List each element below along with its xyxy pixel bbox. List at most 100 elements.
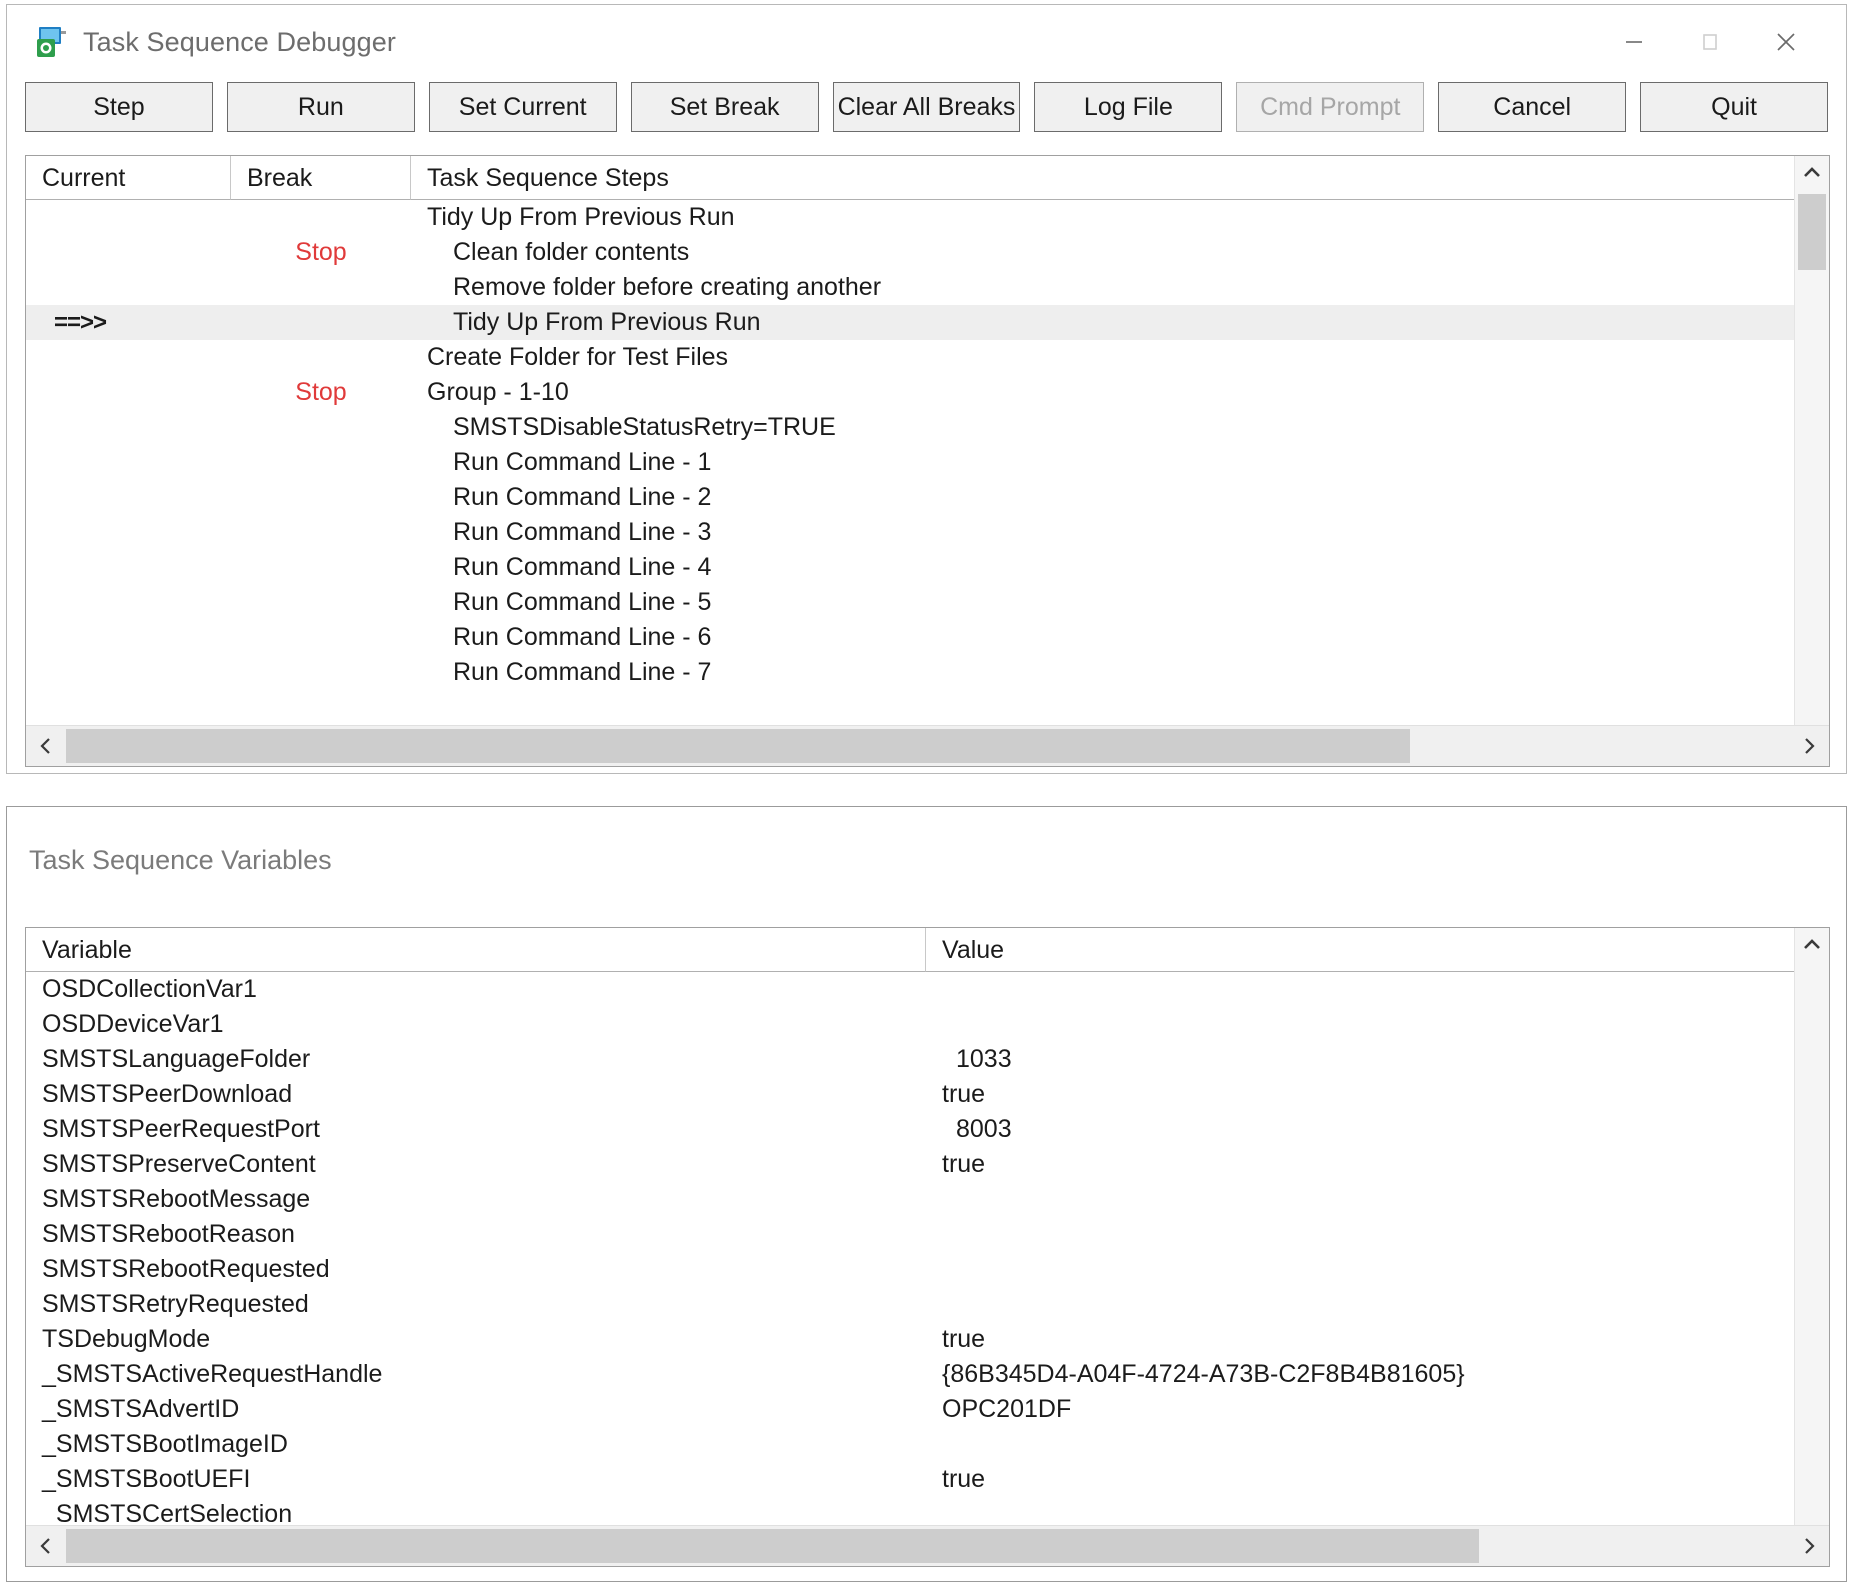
step-button[interactable]: Step: [25, 82, 213, 132]
chevron-up-icon[interactable]: [1795, 156, 1829, 190]
variable-name: SMSTSRebootRequested: [26, 1255, 926, 1284]
variable-name: TSDebugMode: [26, 1325, 926, 1354]
task-sequence-step-row[interactable]: Create Folder for Test Files: [26, 340, 1829, 375]
variable-row[interactable]: SMSTSRetryRequested: [26, 1287, 1829, 1322]
variable-row[interactable]: SMSTSPeerRequestPort8003: [26, 1112, 1829, 1147]
steps-scrollbar-thumb[interactable]: [1798, 194, 1826, 270]
task-sequence-step-row[interactable]: Remove folder before creating another: [26, 270, 1829, 305]
steps-vertical-scrollbar[interactable]: [1794, 156, 1829, 766]
variable-row[interactable]: SMSTSPreserveContenttrue: [26, 1147, 1829, 1182]
variables-column-header: Variable Value: [26, 928, 1829, 972]
step-name: Clean folder contents: [411, 238, 1829, 267]
variable-name: SMSTSRebootMessage: [26, 1185, 926, 1214]
variables-hscroll-thumb[interactable]: [66, 1529, 1479, 1563]
column-header-variable[interactable]: Variable: [26, 928, 926, 972]
chevron-left-icon[interactable]: [26, 726, 66, 766]
task-sequence-debugger-window: Task Sequence Debugger Step Run Set Curr…: [6, 4, 1847, 774]
variable-row[interactable]: TSDebugModetrue: [26, 1322, 1829, 1357]
variables-vertical-scrollbar[interactable]: [1794, 928, 1829, 1566]
variable-row[interactable]: SMSTSPeerDownloadtrue: [26, 1077, 1829, 1112]
variable-row[interactable]: _SMSTSAdvertIDOPC201DF: [26, 1392, 1829, 1427]
chevron-right-icon[interactable]: [1789, 1526, 1829, 1566]
task-sequence-step-row[interactable]: Run Command Line - 7: [26, 655, 1829, 690]
chevron-left-icon[interactable]: [26, 1526, 66, 1566]
step-name: Tidy Up From Previous Run: [411, 308, 1829, 337]
variable-name: SMSTSPeerRequestPort: [26, 1115, 926, 1144]
step-name: Run Command Line - 4: [411, 553, 1829, 582]
step-current-marker: ==>>: [26, 309, 231, 337]
variable-name: SMSTSLanguageFolder: [26, 1045, 926, 1074]
variable-name: SMSTSRetryRequested: [26, 1290, 926, 1319]
variables-list-frame: Variable Value OSDCollectionVar1OSDDevic…: [25, 927, 1830, 1567]
minimize-icon[interactable]: [1596, 14, 1672, 70]
clear-all-breaks-button[interactable]: Clear All Breaks: [833, 82, 1021, 132]
variable-name: _SMSTSAdvertID: [26, 1395, 926, 1424]
task-sequence-step-row[interactable]: SMSTSDisableStatusRetry=TRUE: [26, 410, 1829, 445]
column-header-task-sequence-steps[interactable]: Task Sequence Steps: [411, 156, 1829, 200]
step-name: Run Command Line - 7: [411, 658, 1829, 687]
window-controls: [1596, 5, 1846, 79]
variables-horizontal-scrollbar[interactable]: [26, 1525, 1829, 1566]
steps-horizontal-scrollbar[interactable]: [26, 725, 1829, 766]
variable-value: OPC201DF: [926, 1395, 1829, 1424]
variable-row[interactable]: OSDCollectionVar1: [26, 972, 1829, 1007]
step-name: Run Command Line - 5: [411, 588, 1829, 617]
step-name: Tidy Up From Previous Run: [411, 203, 1829, 232]
run-button[interactable]: Run: [227, 82, 415, 132]
task-sequence-step-row[interactable]: Tidy Up From Previous Run: [26, 200, 1829, 235]
task-sequence-step-row[interactable]: Run Command Line - 4: [26, 550, 1829, 585]
variable-row[interactable]: OSDDeviceVar1: [26, 1007, 1829, 1042]
variable-row[interactable]: _SMSTSActiveRequestHandle{86B345D4-A04F-…: [26, 1357, 1829, 1392]
log-file-button[interactable]: Log File: [1034, 82, 1222, 132]
variable-value: true: [926, 1080, 1829, 1109]
task-sequence-variables-window: Task Sequence Variables Variable Value O…: [6, 806, 1847, 1582]
cmd-prompt-button: Cmd Prompt: [1236, 82, 1424, 132]
variables-hscroll-track[interactable]: [66, 1529, 1789, 1563]
set-current-button[interactable]: Set Current: [429, 82, 617, 132]
steps-hscroll-thumb[interactable]: [66, 729, 1410, 763]
chevron-up-icon[interactable]: [1795, 928, 1829, 962]
variable-value: 1033: [926, 1045, 1829, 1074]
maximize-icon[interactable]: [1672, 14, 1748, 70]
task-sequence-step-row[interactable]: ==>> Tidy Up From Previous Run: [26, 305, 1829, 340]
task-sequence-steps-panel: Current Break Task Sequence Steps Tidy U…: [25, 155, 1830, 767]
variable-name: _SMSTSBootImageID: [26, 1430, 926, 1459]
column-header-break[interactable]: Break: [231, 156, 411, 200]
step-name: Group - 1-10: [411, 378, 1829, 407]
variable-value: true: [926, 1150, 1829, 1179]
step-name: Create Folder for Test Files: [411, 343, 1829, 372]
steps-hscroll-track[interactable]: [66, 729, 1789, 763]
step-breakpoint-marker: Stop: [231, 238, 411, 267]
variable-row[interactable]: _SMSTSBootImageID: [26, 1427, 1829, 1462]
task-sequence-step-row[interactable]: Run Command Line - 6: [26, 620, 1829, 655]
variable-row[interactable]: SMSTSLanguageFolder1033: [26, 1042, 1829, 1077]
task-sequence-step-row[interactable]: Run Command Line - 3: [26, 515, 1829, 550]
cancel-button[interactable]: Cancel: [1438, 82, 1626, 132]
set-break-button[interactable]: Set Break: [631, 82, 819, 132]
column-header-current[interactable]: Current: [26, 156, 231, 200]
steps-column-header: Current Break Task Sequence Steps: [26, 156, 1829, 200]
task-sequence-step-row[interactable]: StopClean folder contents: [26, 235, 1829, 270]
step-name: Run Command Line - 2: [411, 483, 1829, 512]
variable-row[interactable]: SMSTSRebootMessage: [26, 1182, 1829, 1217]
task-sequence-step-row[interactable]: Run Command Line - 5: [26, 585, 1829, 620]
variable-name: SMSTSRebootReason: [26, 1220, 926, 1249]
variable-name: _SMSTSBootUEFI: [26, 1465, 926, 1494]
step-name: Run Command Line - 3: [411, 518, 1829, 547]
close-icon[interactable]: [1748, 14, 1824, 70]
task-sequence-step-row[interactable]: StopGroup - 1-10: [26, 375, 1829, 410]
variable-value: true: [926, 1465, 1829, 1494]
step-name: Run Command Line - 1: [411, 448, 1829, 477]
variable-row[interactable]: _SMSTSBootUEFItrue: [26, 1462, 1829, 1497]
task-sequence-step-row[interactable]: Run Command Line - 1: [26, 445, 1829, 480]
task-sequence-variables-panel: Variable Value OSDCollectionVar1OSDDevic…: [25, 927, 1830, 1567]
variable-row[interactable]: SMSTSRebootReason: [26, 1217, 1829, 1252]
variable-row[interactable]: SMSTSRebootRequested: [26, 1252, 1829, 1287]
column-header-value[interactable]: Value: [926, 928, 1829, 972]
variables-panel-title: Task Sequence Variables: [7, 807, 1846, 876]
variable-name: SMSTSPreserveContent: [26, 1150, 926, 1179]
task-sequence-step-row[interactable]: Run Command Line - 2: [26, 480, 1829, 515]
quit-button[interactable]: Quit: [1640, 82, 1828, 132]
chevron-right-icon[interactable]: [1789, 726, 1829, 766]
titlebar: Task Sequence Debugger: [7, 5, 1846, 79]
